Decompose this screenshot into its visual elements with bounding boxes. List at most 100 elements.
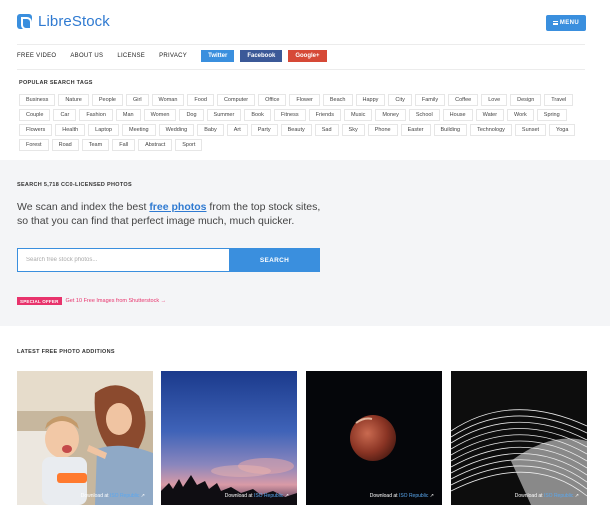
nav-privacy[interactable]: PRIVACY <box>159 53 187 59</box>
tag-beauty[interactable]: Beauty <box>280 124 312 136</box>
logo[interactable]: LibreStock <box>17 13 110 30</box>
tag-flower[interactable]: Flower <box>289 94 320 106</box>
tag-wedding[interactable]: Wedding <box>158 124 195 136</box>
tag-fashion[interactable]: Fashion <box>79 109 113 121</box>
photo-card[interactable]: Download at ISO Republic ↗ <box>306 371 442 505</box>
tag-work[interactable]: Work <box>507 109 534 121</box>
photo-dusk-sky-trees <box>161 371 297 505</box>
menu-button[interactable]: MENU <box>546 15 586 31</box>
facebook-button[interactable]: Facebook <box>240 50 283 62</box>
tag-coffee[interactable]: Coffee <box>448 94 479 106</box>
nav-about-us[interactable]: ABOUT US <box>70 53 103 59</box>
tag-party[interactable]: Party <box>250 124 278 136</box>
tag-money[interactable]: Money <box>375 109 406 121</box>
tag-spring[interactable]: Spring <box>536 109 567 121</box>
credit-prefix: Download at <box>224 493 254 499</box>
tag-design[interactable]: Design <box>510 94 542 106</box>
tag-list: Business Nature People Girl Woman Food Compute… <box>19 94 585 151</box>
photo-card[interactable]: Download at ISO Republic ↗ <box>17 371 153 505</box>
tag-road[interactable]: Road <box>51 139 79 151</box>
tag-car[interactable]: Car <box>53 109 77 121</box>
google-plus-button[interactable]: Google+ <box>288 50 327 62</box>
tag-building[interactable]: Building <box>433 124 468 136</box>
tag-food[interactable]: Food <box>187 94 214 106</box>
tag-meeting[interactable]: Meeting <box>122 124 156 136</box>
latest-title: LATEST FREE PHOTO ADDITIONS <box>17 349 115 355</box>
credit-source-link[interactable]: ISO Republic <box>254 493 283 499</box>
nav-license[interactable]: LICENSE <box>117 53 145 59</box>
top-nav: FREE VIDEO ABOUT US LICENSE PRIVACY Twit… <box>17 50 333 62</box>
tag-water[interactable]: Water <box>475 109 505 121</box>
tag-fitness[interactable]: Fitness <box>273 109 306 121</box>
tag-love[interactable]: Love <box>481 94 508 106</box>
hamburger-icon <box>552 21 558 25</box>
tag-friends[interactable]: Friends <box>308 109 341 121</box>
tag-summer[interactable]: Summer <box>206 109 242 121</box>
search-input[interactable] <box>17 248 229 272</box>
photo-card[interactable]: Download at ISO Republic ↗ <box>161 371 297 505</box>
tag-office[interactable]: Office <box>258 94 287 106</box>
tag-nature[interactable]: Nature <box>58 94 89 106</box>
tag-phone[interactable]: Phone <box>367 124 398 136</box>
tag-forest[interactable]: Forest <box>19 139 49 151</box>
tag-dog[interactable]: Dog <box>179 109 204 121</box>
tag-abstract[interactable]: Abstract <box>138 139 173 151</box>
tag-sad[interactable]: Sad <box>314 124 339 136</box>
tag-easter[interactable]: Easter <box>400 124 431 136</box>
credit-prefix: Download at <box>80 493 110 499</box>
search-button[interactable]: SEARCH <box>229 248 320 272</box>
tag-health[interactable]: Health <box>55 124 86 136</box>
offer-badge: SPECIAL OFFER <box>17 297 62 305</box>
tag-art[interactable]: Art <box>226 124 248 136</box>
search-lead: We scan and index the best free photos f… <box>17 200 327 228</box>
tag-computer[interactable]: Computer <box>216 94 256 106</box>
credit-source-link[interactable]: ISO Republic <box>399 493 428 499</box>
photo-credit: Download at ISO Republic ↗ <box>224 493 289 499</box>
twitter-button[interactable]: Twitter <box>201 50 235 62</box>
tag-business[interactable]: Business <box>19 94 56 106</box>
header: LibreStock MENU <box>0 0 610 44</box>
free-photos-link[interactable]: free photos <box>149 201 206 213</box>
tag-travel[interactable]: Travel <box>544 94 574 106</box>
photo-credit: Download at ISO Republic ↗ <box>514 493 579 499</box>
photo-card[interactable]: Download at ISO Republic ↗ <box>451 371 587 505</box>
tag-girl[interactable]: Girl <box>125 94 149 106</box>
credit-source-link[interactable]: ISO Republic <box>110 493 139 499</box>
tag-woman[interactable]: Woman <box>151 94 185 106</box>
nav-free-video[interactable]: FREE VIDEO <box>17 53 56 59</box>
credit-source-link[interactable]: ISO Republic <box>544 493 573 499</box>
tag-fall[interactable]: Fall <box>112 139 136 151</box>
tag-flowers[interactable]: Flowers <box>19 124 53 136</box>
lead-text: We scan and index the best <box>17 201 150 213</box>
tag-baby[interactable]: Baby <box>197 124 224 136</box>
tag-sunset[interactable]: Sunset <box>514 124 547 136</box>
logo-icon <box>17 14 32 30</box>
tag-couple[interactable]: Couple <box>19 109 51 121</box>
tag-technology[interactable]: Technology <box>470 124 512 136</box>
credit-prefix: Download at <box>369 493 399 499</box>
tag-school[interactable]: School <box>408 109 440 121</box>
tag-sport[interactable]: Sport <box>175 139 203 151</box>
tag-family[interactable]: Family <box>414 94 446 106</box>
tag-house[interactable]: House <box>442 109 473 121</box>
tag-book[interactable]: Book <box>244 109 271 121</box>
tag-yoga[interactable]: Yoga <box>549 124 576 136</box>
tag-sky[interactable]: Sky <box>341 124 365 136</box>
tag-people[interactable]: People <box>91 94 123 106</box>
divider <box>17 44 585 45</box>
search-section: SEARCH 5,718 CC0-LICENSED PHOTOS We scan… <box>0 160 610 326</box>
tag-laptop[interactable]: Laptop <box>88 124 119 136</box>
photo-abstract-lines <box>451 371 587 505</box>
tag-music[interactable]: Music <box>343 109 373 121</box>
tag-women[interactable]: Women <box>143 109 177 121</box>
tag-beach[interactable]: Beach <box>322 94 353 106</box>
photo-credit: Download at ISO Republic ↗ <box>80 493 145 499</box>
tag-city[interactable]: City <box>388 94 412 106</box>
tag-man[interactable]: Man <box>115 109 141 121</box>
menu-label: MENU <box>559 20 580 26</box>
tag-happy[interactable]: Happy <box>355 94 386 106</box>
tag-team[interactable]: Team <box>81 139 110 151</box>
tags-title: POPULAR SEARCH TAGS <box>19 80 93 86</box>
offer-link[interactable]: Get 10 Free Images from Shutterstock → <box>66 298 167 304</box>
divider <box>17 69 585 70</box>
